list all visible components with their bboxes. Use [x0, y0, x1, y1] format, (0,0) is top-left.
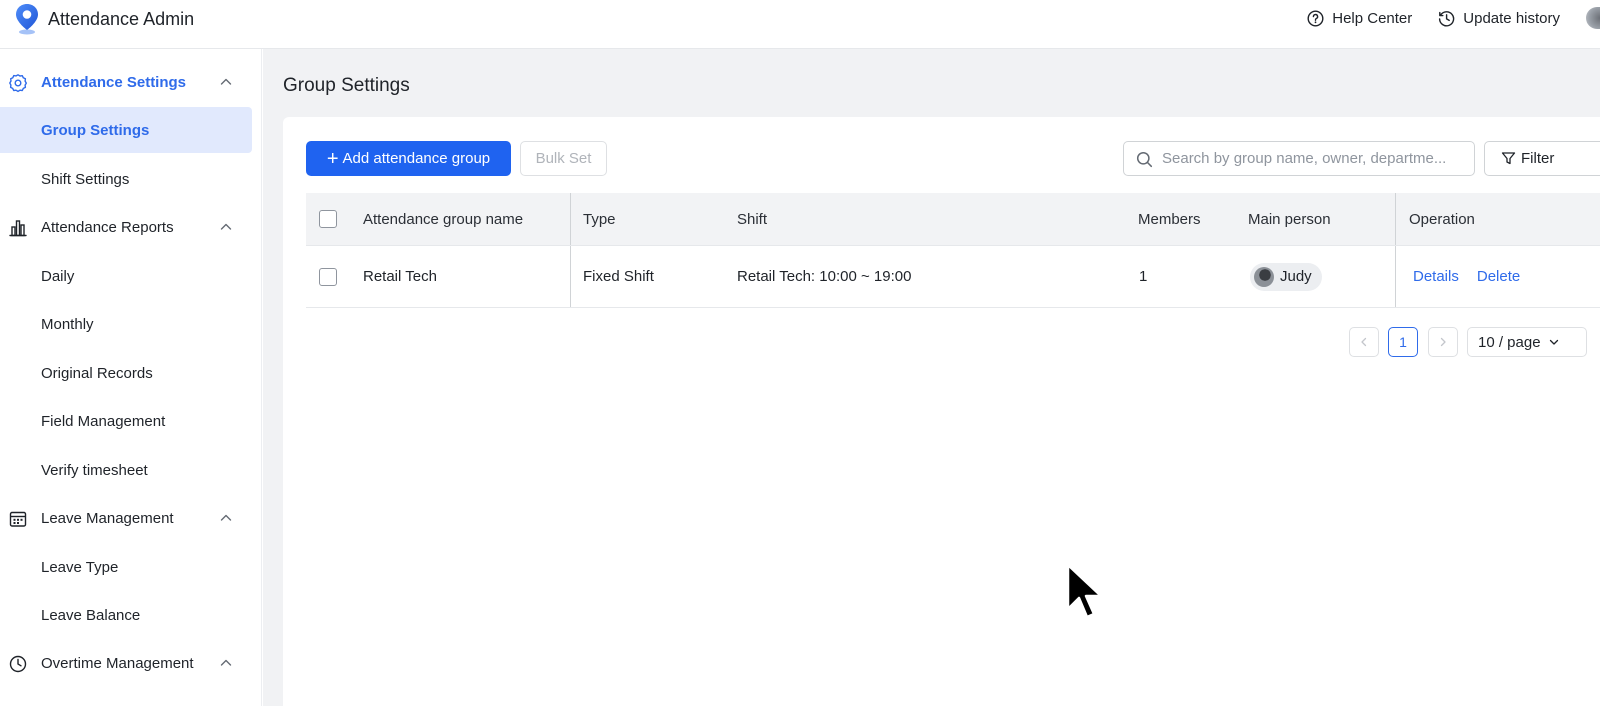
calendar-icon [9, 511, 27, 527]
search-input[interactable] [1162, 142, 1470, 175]
page-size-value: 10 / page [1478, 333, 1541, 351]
brand[interactable]: Attendance Admin [14, 2, 194, 36]
select-all-checkbox[interactable] [319, 210, 337, 228]
sidebar-item-label: Leave Balance [41, 606, 141, 624]
sidebar-item-label: Shift Settings [41, 170, 130, 188]
group-name-cell: Retail Tech [363, 268, 437, 285]
operation-cell: Details Delete [1413, 246, 1538, 307]
main-person-cell: Judy [1250, 246, 1322, 307]
select-all-cell [319, 193, 337, 245]
search-box [1123, 141, 1475, 176]
sidebar-item-label: Group Settings [41, 121, 150, 139]
mouse-cursor-icon [1066, 563, 1102, 619]
sidebar-item-label: Verify timesheet [41, 461, 148, 479]
sidebar-item-shift-settings[interactable]: Shift Settings [0, 156, 252, 202]
chevron-right-icon [1440, 337, 1446, 347]
chevron-left-icon [1361, 337, 1367, 347]
update-history-label: Update history [1463, 9, 1560, 27]
sidebar-group-leave-management[interactable]: Leave Management [0, 496, 262, 540]
bar-chart-icon [9, 220, 27, 237]
chevron-up-icon[interactable] [219, 220, 233, 234]
sidebar-group-attendance-settings[interactable]: Attendance Settings [0, 60, 262, 104]
person-name: Judy [1280, 268, 1312, 285]
next-page-button[interactable] [1428, 327, 1458, 357]
sidebar-item-original-records[interactable]: Original Records [0, 350, 252, 396]
column-header-operation: Operation [1409, 210, 1475, 228]
plus-icon: + [326, 147, 339, 170]
sidebar-group-label: Attendance Reports [41, 218, 174, 236]
header-actions: Help Center Update history [1307, 6, 1600, 30]
top-header: Attendance Admin Help Center Update hist… [0, 0, 1600, 49]
chevron-up-icon[interactable] [219, 656, 233, 670]
chevron-up-icon[interactable] [219, 511, 233, 525]
column-header-group-name[interactable]: Attendance group name [363, 193, 523, 245]
table-header: Attendance group name Type Shift Members… [306, 193, 1600, 246]
row-select-cell [319, 246, 337, 307]
page-number-button[interactable]: 1 [1388, 327, 1418, 357]
sidebar-item-label: Field Management [41, 412, 166, 430]
add-attendance-group-label: Add attendance group [342, 150, 491, 167]
sidebar-item-label: Daily [41, 267, 75, 285]
table-row: Retail Tech Fixed Shift Retail Tech: 10:… [306, 246, 1600, 308]
shift-cell: Retail Tech: 10:00 ~ 19:00 [737, 268, 912, 285]
bulk-set-label: Bulk Set [535, 150, 592, 167]
column-header-type[interactable]: Type [583, 193, 616, 245]
add-attendance-group-button[interactable]: + Add attendance group [306, 141, 511, 176]
bulk-set-button[interactable]: Bulk Set [520, 141, 607, 176]
sidebar-item-verify-timesheet[interactable]: Verify timesheet [0, 447, 252, 493]
sidebar-item-leave-type[interactable]: Leave Type [0, 544, 252, 590]
location-pin-logo-icon [16, 4, 38, 35]
search-icon [1136, 151, 1153, 168]
details-link[interactable]: Details [1413, 268, 1459, 285]
filter-button[interactable]: Filter [1484, 141, 1600, 176]
gear-icon [9, 74, 27, 93]
column-header-members[interactable]: Members [1138, 193, 1201, 245]
help-center-link[interactable]: Help Center [1307, 10, 1412, 27]
help-center-label: Help Center [1332, 9, 1413, 27]
sidebar-group-attendance-reports[interactable]: Attendance Reports [0, 205, 262, 249]
column-divider[interactable] [570, 193, 571, 245]
sidebar-group-label: Attendance Settings [41, 73, 187, 91]
column-divider [570, 246, 571, 307]
filter-label: Filter [1521, 150, 1555, 167]
sidebar-group-label: Leave Management [41, 509, 174, 527]
column-divider [1395, 246, 1396, 307]
sidebar-item-leave-balance[interactable]: Leave Balance [0, 592, 252, 638]
sidebar-item-group-settings[interactable]: Group Settings [0, 107, 252, 153]
column-divider [1395, 193, 1396, 245]
user-avatar[interactable] [1586, 7, 1600, 29]
sidebar: Attendance Settings Group Settings Shift… [0, 49, 262, 706]
sidebar-item-daily[interactable]: Daily [0, 253, 252, 299]
content-card: + Add attendance group Bulk Set Filter A… [283, 117, 1600, 706]
sidebar-group-label: Overtime Management [41, 654, 194, 672]
history-icon [1439, 10, 1455, 27]
delete-link[interactable]: Delete [1477, 268, 1520, 285]
pagination: 1 10 / page [283, 327, 1600, 357]
sidebar-item-field-management[interactable]: Field Management [0, 398, 252, 444]
column-header-main-person[interactable]: Main person [1248, 193, 1331, 245]
filter-icon [1501, 152, 1516, 165]
page-size-select[interactable]: 10 / page [1467, 327, 1587, 357]
app-title: Attendance Admin [48, 8, 195, 29]
update-history-link[interactable]: Update history [1438, 10, 1560, 27]
chevron-down-icon [1549, 339, 1558, 345]
previous-page-button[interactable] [1349, 327, 1379, 357]
chevron-up-icon[interactable] [219, 75, 233, 89]
page-title: Group Settings [283, 75, 410, 96]
person-chip[interactable]: Judy [1250, 262, 1322, 291]
type-cell: Fixed Shift [583, 268, 654, 285]
sidebar-item-label: Original Records [41, 364, 153, 382]
clock-icon [9, 655, 27, 673]
sidebar-item-label: Monthly [41, 315, 94, 333]
row-checkbox[interactable] [319, 267, 337, 286]
members-cell: 1 [1139, 268, 1148, 285]
question-circle-icon [1307, 9, 1324, 27]
column-header-shift[interactable]: Shift [737, 193, 767, 245]
sidebar-item-monthly[interactable]: Monthly [0, 301, 252, 347]
person-avatar [1254, 266, 1274, 287]
sidebar-item-label: Leave Type [41, 558, 119, 576]
sidebar-group-overtime-management[interactable]: Overtime Management [0, 641, 262, 685]
main-content: Group Settings + Add attendance group Bu… [263, 49, 1600, 706]
